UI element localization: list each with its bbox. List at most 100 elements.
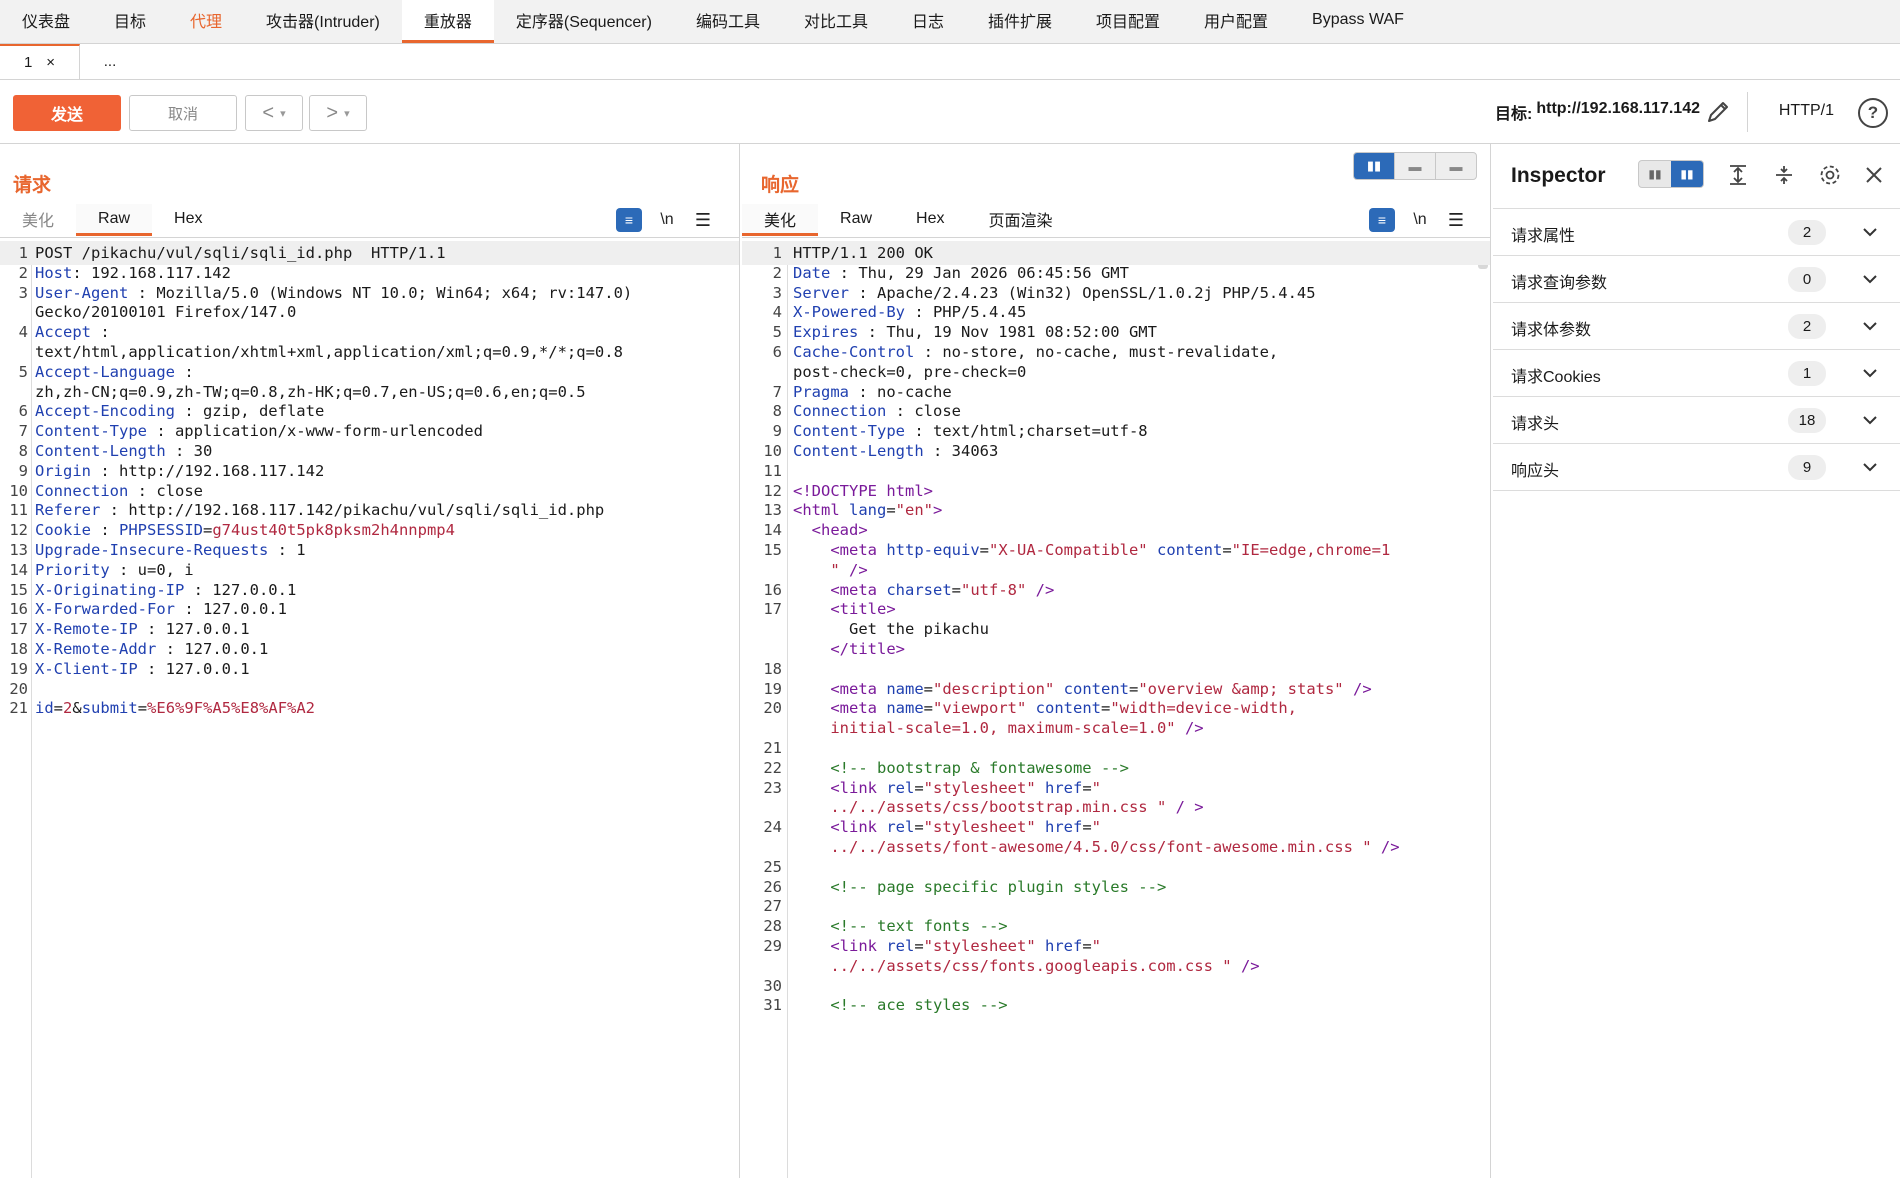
line-number: 21 xyxy=(9,699,28,718)
pencil-icon[interactable] xyxy=(1704,98,1732,126)
inspector-section[interactable]: 请求属性 2 xyxy=(1493,209,1900,256)
chevron-down-icon[interactable] xyxy=(1858,361,1882,385)
code-token: : no-store, no-cache, must-revalidate, xyxy=(914,343,1279,361)
code-token: <html xyxy=(793,501,849,520)
collapse-all-icon[interactable] xyxy=(1771,162,1797,188)
code-token: Origin xyxy=(35,461,91,480)
word-wrap-icon[interactable]: ≡ xyxy=(616,208,642,232)
code-token: 2 xyxy=(63,699,73,718)
gear-icon[interactable] xyxy=(1817,162,1843,188)
http-version-toggle[interactable]: HTTP/1 xyxy=(1779,102,1834,120)
inspector-section[interactable]: 请求头 18 xyxy=(1493,397,1900,444)
tabbed-layout-icon[interactable]: ▬ xyxy=(1436,153,1476,179)
main-tab-2[interactable]: 代理 xyxy=(168,0,244,43)
main-tab-7[interactable]: 对比工具 xyxy=(782,0,890,43)
inspector-panel: Inspector ▮▮ ▮▮ 请求属性 2 请求查询参数 0 请求体参数 2 请求Cook… xyxy=(1493,144,1900,1178)
code-token: Server xyxy=(793,283,849,302)
inspector-section[interactable]: 响应头 9 xyxy=(1493,444,1900,491)
tab-pretty[interactable]: 美化 xyxy=(0,204,76,236)
editor-line[interactable]: 21 id=2&submit=%E6%9F%A5%E8%AF%A2 xyxy=(0,696,739,720)
layout-toggle: ▮▮ ▬ ▬ xyxy=(1353,152,1477,180)
send-button[interactable]: 发送 xyxy=(13,95,121,131)
editor-line[interactable]: 31 <!-- ace styles --> xyxy=(742,993,1490,1017)
code-token: X-Remote-IP xyxy=(35,620,138,639)
inspector-title: Inspector xyxy=(1511,164,1606,187)
inspector-section-count: 2 xyxy=(1788,314,1826,339)
chevron-down-icon[interactable] xyxy=(1858,408,1882,432)
response-editor[interactable]: 1 HTTP/1.1 200 OK 2 Date : Thu, 29 Jan 2026… xyxy=(742,241,1490,1178)
code-token: : u=0, i xyxy=(109,560,194,579)
inspector-section[interactable]: 请求体参数 2 xyxy=(1493,303,1900,350)
close-icon[interactable]: × xyxy=(46,54,55,71)
main-tab-11[interactable]: 用户配置 xyxy=(1182,0,1290,43)
dropdown-icon[interactable]: ▾ xyxy=(344,107,350,120)
inspector-layout-narrow-icon[interactable]: ▮▮ xyxy=(1639,161,1671,187)
code-token: Accept-Encoding xyxy=(35,402,175,421)
main-tab-8[interactable]: 日志 xyxy=(890,0,966,43)
main-tab-4[interactable]: 重放器 xyxy=(401,0,494,43)
chevron-down-icon[interactable] xyxy=(1858,455,1882,479)
history-back-button[interactable]: < ▾ xyxy=(245,95,303,131)
code-token: <!DOCTYPE html> xyxy=(793,481,933,500)
request-editor[interactable]: 1 POST /pikachu/vul/sqli/sqli_id.php HTTP… xyxy=(0,241,739,1178)
chevron-down-icon[interactable] xyxy=(1858,314,1882,338)
code-token: <meta xyxy=(793,580,887,599)
top-bottom-layout-icon[interactable]: ▬ xyxy=(1395,153,1436,179)
chevron-down-icon[interactable] xyxy=(1858,220,1882,244)
code-token: Upgrade-Insecure-Requests xyxy=(35,541,269,559)
tab-raw[interactable]: Raw xyxy=(76,204,153,236)
show-newlines-icon[interactable]: \n xyxy=(656,211,678,229)
main-tab-12[interactable]: Bypass WAF xyxy=(1290,0,1426,43)
code-token: X-Remote-Addr xyxy=(35,640,157,658)
inspector-section-count: 1 xyxy=(1788,361,1826,386)
help-icon[interactable]: ? xyxy=(1858,98,1888,128)
inspector-layout-wide-icon[interactable]: ▮▮ xyxy=(1671,161,1703,187)
request-editor-tools: ≡ \n ☰ xyxy=(616,206,714,234)
dropdown-icon[interactable]: ▾ xyxy=(280,107,286,120)
line-text: id=2&submit=%E6%9F%A5%E8%AF%A2 xyxy=(35,696,315,720)
main-tab-10[interactable]: 项目配置 xyxy=(1074,0,1182,43)
expand-all-icon[interactable] xyxy=(1725,162,1751,188)
code-token: submit xyxy=(81,699,138,718)
word-wrap-icon[interactable]: ≡ xyxy=(1369,208,1395,232)
history-forward-button[interactable]: > ▾ xyxy=(309,95,367,131)
line-text: <!-- ace styles --> xyxy=(793,993,1007,1017)
new-tab-button[interactable]: ... xyxy=(80,44,140,79)
code-token: "width=device-width, xyxy=(1110,699,1297,718)
code-token: rel xyxy=(886,778,915,797)
code-token: Content-Length xyxy=(793,442,924,460)
code-token: /> xyxy=(1231,956,1260,975)
code-token: ../../assets/css/bootstrap.min.css " xyxy=(793,798,1167,817)
main-tab-5[interactable]: 定序器(Sequencer) xyxy=(494,0,674,43)
repeater-tab-1[interactable]: 1 × xyxy=(0,44,80,79)
code-token: Date xyxy=(793,263,831,282)
tab-raw[interactable]: Raw xyxy=(818,204,894,236)
side-by-side-layout-icon[interactable]: ▮▮ xyxy=(1354,153,1395,179)
code-token: = xyxy=(137,699,148,718)
menu-icon[interactable]: ☰ xyxy=(1445,210,1467,231)
tab-render[interactable]: 页面渲染 xyxy=(966,204,1074,236)
inspector-section[interactable]: 请求Cookies 1 xyxy=(1493,350,1900,397)
tab-hex[interactable]: Hex xyxy=(894,204,966,236)
main-tab-3[interactable]: 攻击器(Intruder) xyxy=(244,0,402,43)
main-tab-9[interactable]: 插件扩展 xyxy=(966,0,1074,43)
code-token: <meta xyxy=(793,699,887,718)
main-tab-6[interactable]: 编码工具 xyxy=(674,0,782,43)
cancel-button[interactable]: 取消 xyxy=(129,95,237,131)
inspector-section[interactable]: 请求查询参数 0 xyxy=(1493,256,1900,303)
code-token: = xyxy=(1082,818,1092,837)
menu-icon[interactable]: ☰ xyxy=(692,210,714,231)
code-token: : xyxy=(91,521,119,540)
main-tab-1[interactable]: 目标 xyxy=(92,0,168,43)
code-token: Gecko/20100101 Firefox/147.0 xyxy=(35,303,297,322)
code-token: : close xyxy=(128,481,203,500)
close-icon[interactable] xyxy=(1861,162,1887,188)
response-view-tabs: 美化 Raw Hex 页面渲染 xyxy=(742,204,1075,236)
code-token: : close xyxy=(886,402,961,421)
show-newlines-icon[interactable]: \n xyxy=(1409,211,1431,229)
main-tab-0[interactable]: 仪表盘 xyxy=(0,0,92,43)
code-token: content xyxy=(1035,699,1101,718)
tab-pretty[interactable]: 美化 xyxy=(742,204,819,236)
chevron-down-icon[interactable] xyxy=(1858,267,1882,291)
tab-hex[interactable]: Hex xyxy=(152,204,224,236)
